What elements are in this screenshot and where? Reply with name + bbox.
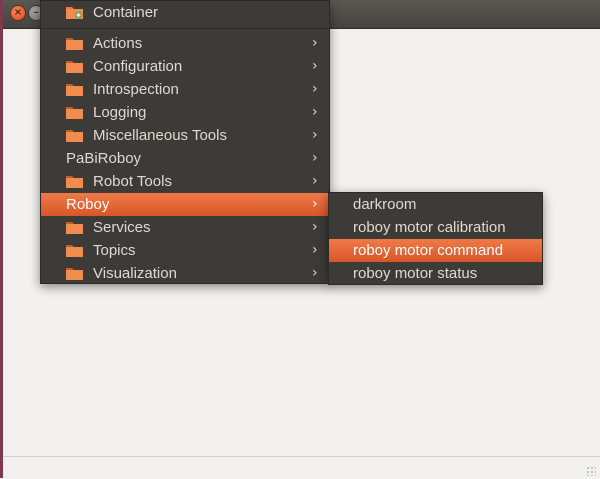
menu-item-logging[interactable]: Logging › xyxy=(41,101,329,124)
folder-icon xyxy=(66,107,83,119)
menu-item-label: Container xyxy=(93,4,159,21)
close-window-button[interactable]: × xyxy=(11,6,25,20)
menu-item-label: Visualization xyxy=(93,265,177,282)
menu-item-label: Roboy xyxy=(66,196,110,213)
menu-item-services[interactable]: Services › xyxy=(41,216,329,239)
menu-item-label: Actions xyxy=(93,35,143,52)
submenu-item-label: roboy motor status xyxy=(353,265,478,282)
submenu-item-roboy-motor-command[interactable]: roboy motor command xyxy=(329,239,542,262)
menu-item-introspection[interactable]: Introspection › xyxy=(41,78,329,101)
submenu-item-darkroom[interactable]: darkroom xyxy=(329,193,542,216)
submenu-item-label: darkroom xyxy=(353,196,417,213)
menu-item-label: Miscellaneous Tools xyxy=(93,127,227,144)
chevron-right-icon: › xyxy=(312,58,318,74)
chevron-right-icon: › xyxy=(312,35,318,51)
submenu-item-roboy-motor-status[interactable]: roboy motor status xyxy=(329,262,542,285)
menu-item-miscellaneous-tools[interactable]: Miscellaneous Tools › xyxy=(41,124,329,147)
menu-item-label: Introspection xyxy=(93,81,179,98)
folder-icon xyxy=(66,245,83,257)
menu-item-label: Topics xyxy=(93,242,136,259)
resize-grip-icon[interactable] xyxy=(586,466,596,476)
submenu-item-label: roboy motor calibration xyxy=(353,219,506,236)
menu-item-topics[interactable]: Topics › xyxy=(41,239,329,262)
roboy-submenu: darkroom roboy motor calibration roboy m… xyxy=(328,192,543,285)
chevron-right-icon: › xyxy=(312,127,318,143)
submenu-item-roboy-motor-calibration[interactable]: roboy motor calibration xyxy=(329,216,542,239)
chevron-right-icon: › xyxy=(312,219,318,235)
menu-item-label: PaBiRoboy xyxy=(66,150,142,167)
chevron-right-icon: › xyxy=(312,196,318,212)
menu-item-visualization[interactable]: Visualization › xyxy=(41,262,329,285)
menu-item-configuration[interactable]: Configuration › xyxy=(41,55,329,78)
folder-add-icon xyxy=(66,7,83,19)
folder-icon xyxy=(66,61,83,73)
menu-item-pabiroboy[interactable]: PaBiRoboy › xyxy=(41,147,329,170)
folder-icon xyxy=(66,176,83,188)
menu-separator xyxy=(41,28,329,29)
menu-item-label: Logging xyxy=(93,104,147,121)
folder-icon xyxy=(66,130,83,142)
folder-icon xyxy=(66,222,83,234)
chevron-right-icon: › xyxy=(312,104,318,120)
menu-item-label: Services xyxy=(93,219,151,236)
chevron-right-icon: › xyxy=(312,173,318,189)
menu-item-roboy[interactable]: Roboy › xyxy=(41,193,329,216)
folder-icon xyxy=(66,38,83,50)
submenu-item-label: roboy motor command xyxy=(353,242,504,259)
status-bar xyxy=(3,456,600,479)
menu-item-label: Robot Tools xyxy=(93,173,172,190)
chevron-right-icon: › xyxy=(312,81,318,97)
chevron-right-icon: › xyxy=(312,150,318,166)
menu-item-actions[interactable]: Actions › xyxy=(41,32,329,55)
chevron-right-icon: › xyxy=(312,265,318,281)
menu-item-container[interactable]: Container xyxy=(41,1,329,24)
folder-icon xyxy=(66,84,83,96)
plugins-menu: Container Actions › Configuration › Intr… xyxy=(40,0,330,284)
menu-item-label: Configuration xyxy=(93,58,183,75)
folder-icon xyxy=(66,268,83,280)
menu-item-robot-tools[interactable]: Robot Tools › xyxy=(41,170,329,193)
chevron-right-icon: › xyxy=(312,242,318,258)
